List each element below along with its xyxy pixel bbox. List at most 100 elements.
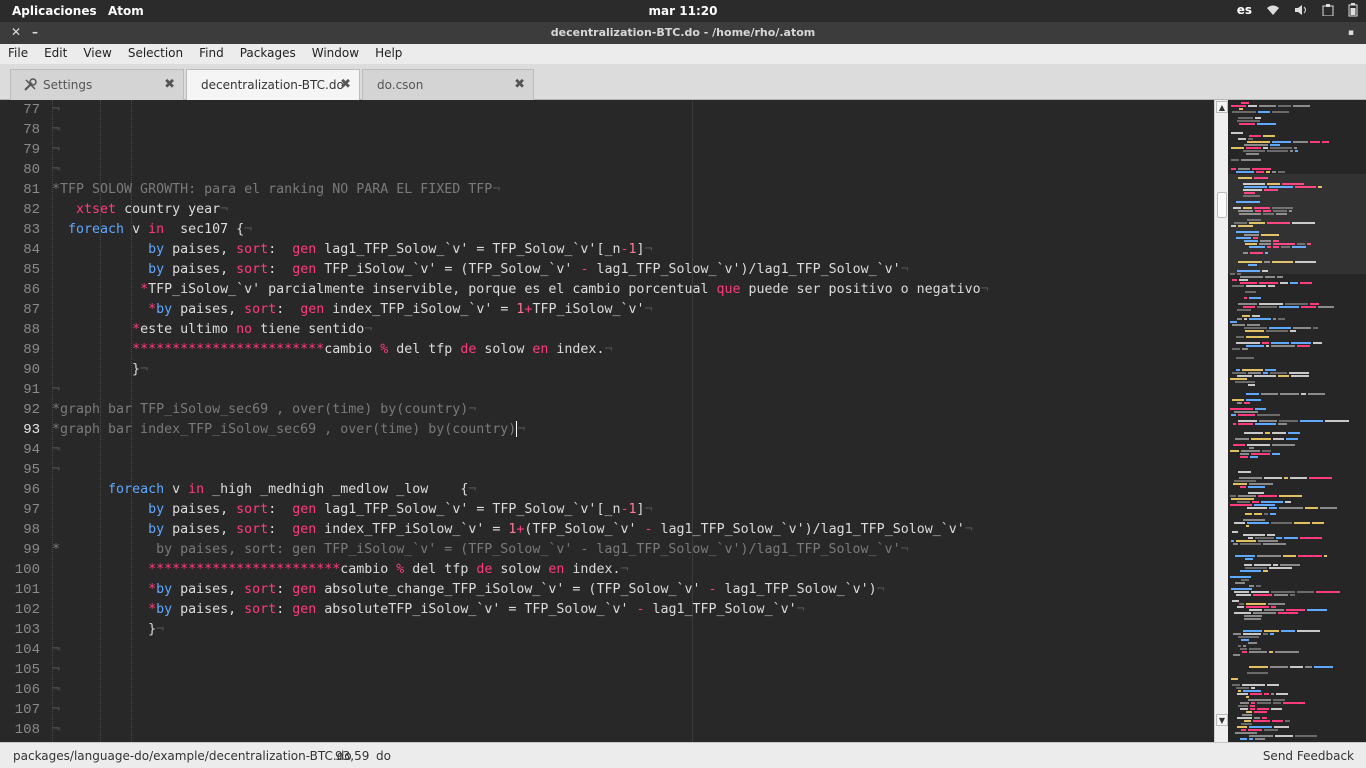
code-line[interactable]: 80 ¬ — [0, 160, 1214, 180]
line-number: 108 — [14, 722, 40, 738]
code-text: ¬ — [52, 642, 61, 657]
minimap-line — [1258, 111, 1270, 113]
code-line[interactable]: 86 *TFP_iSolow_`v' parcialmente inservib… — [0, 280, 1214, 300]
code-line[interactable]: 82 xtset country year¬ — [0, 200, 1214, 220]
code-line[interactable]: 84 by paises, sort: gen lag1_TFP_Solow_`… — [0, 240, 1214, 260]
maximize-window-icon[interactable]: ▪ — [1348, 28, 1354, 38]
code-line[interactable]: 79 ¬ — [0, 140, 1214, 160]
tab-decentralization-btc[interactable]: decentralization-BTC.do ✖ — [186, 69, 360, 101]
close-tab-icon[interactable]: ✖ — [514, 77, 525, 92]
minimap-line — [1247, 444, 1270, 446]
minimap-line — [1272, 141, 1291, 143]
menu-edit[interactable]: Edit — [36, 44, 75, 64]
menu-selection[interactable]: Selection — [120, 44, 191, 64]
wifi-icon[interactable] — [1266, 4, 1280, 16]
volume-icon[interactable] — [1294, 4, 1308, 16]
code-line[interactable]: 87 *by paises, sort: gen index_TFP_iSolo… — [0, 300, 1214, 320]
menu-file[interactable]: File — [0, 44, 36, 64]
scroll-up-icon[interactable]: ▲ — [1216, 101, 1228, 113]
menu-help[interactable]: Help — [367, 44, 410, 64]
code-line[interactable]: 101 *by paises, sort: gen absolute_chang… — [0, 580, 1214, 600]
code-line[interactable]: 92 *graph bar TFP_iSolow_sec69 , over(tim… — [0, 400, 1214, 420]
file-path[interactable]: packages/language-do/example/decentraliz… — [13, 749, 352, 763]
code-line[interactable]: 105 ¬ — [0, 660, 1214, 680]
minimap-viewport[interactable] — [1228, 174, 1366, 274]
minimap-line — [1290, 330, 1296, 332]
battery-icon[interactable] — [1348, 3, 1358, 17]
scroll-thumb[interactable] — [1217, 192, 1227, 218]
minimap-line — [1251, 591, 1269, 593]
minimap-line — [1290, 477, 1307, 479]
tab-do-cson[interactable]: do.cson ✖ — [362, 69, 534, 100]
code-line[interactable]: 95 ¬ — [0, 460, 1214, 480]
minimap-line — [1235, 732, 1257, 734]
code-line[interactable]: 99 * by paises, sort: gen TFP_iSolow_`v' … — [0, 540, 1214, 560]
code-line[interactable]: 93 *graph bar index_TFP_iSolow_sec69 , ov… — [0, 420, 1214, 440]
minimap-line — [1235, 381, 1255, 383]
minimap-line — [1232, 324, 1245, 326]
minimap-line — [1283, 702, 1305, 704]
minimap-line — [1265, 369, 1276, 371]
minimap-line — [1234, 612, 1251, 614]
code-text: foreach v in _high _medhigh _medlow _low… — [108, 482, 477, 497]
minimap[interactable] — [1228, 100, 1366, 742]
minimap-line — [1248, 699, 1271, 701]
send-feedback-link[interactable]: Send Feedback — [1263, 749, 1354, 763]
menu-find[interactable]: Find — [191, 44, 232, 64]
clipboard-icon[interactable] — [1322, 4, 1334, 16]
code-line[interactable]: 97 by paises, sort: gen lag1_TFP_Solow_`… — [0, 500, 1214, 520]
code-line[interactable]: 102 *by paises, sort: gen absoluteTFP_iS… — [0, 600, 1214, 620]
code-line[interactable]: 103 }¬ — [0, 620, 1214, 640]
code-line[interactable]: 88 *este ultimo no tiene sentido¬ — [0, 320, 1214, 340]
code-line[interactable]: 83 foreach v in sec107 {¬ — [0, 220, 1214, 240]
minimap-line — [1247, 507, 1267, 509]
line-number: 86 — [23, 282, 40, 298]
code-text: *TFP_iSolow_`v' parcialmente inservible,… — [140, 282, 989, 297]
minimap-line — [1249, 666, 1268, 668]
code-editor[interactable]: 77 ¬ 78 ¬ 79 ¬ 80 ¬ 81 *TFP SOLOW GROWTH: para el… — [0, 100, 1214, 742]
minimap-line — [1318, 306, 1334, 308]
code-line[interactable]: 106 ¬ — [0, 680, 1214, 700]
menu-packages[interactable]: Packages — [232, 44, 304, 64]
minimap-line — [1270, 372, 1287, 374]
minimap-line — [1280, 282, 1288, 284]
minimap-line — [1243, 633, 1261, 635]
minimap-line — [1295, 735, 1317, 737]
keyboard-language[interactable]: es — [1237, 3, 1252, 17]
code-line[interactable]: 94 ¬ — [0, 440, 1214, 460]
minimap-line — [1291, 375, 1309, 377]
menu-view[interactable]: View — [75, 44, 119, 64]
minimap-line — [1246, 696, 1249, 698]
minimap-line — [1269, 567, 1292, 569]
minimap-line — [1262, 717, 1267, 719]
code-line[interactable]: 81 *TFP SOLOW GROWTH: para el ranking NO … — [0, 180, 1214, 200]
minimap-line — [1246, 711, 1252, 713]
minimap-line — [1291, 342, 1311, 344]
code-line[interactable]: 100 ************************cambio % del… — [0, 560, 1214, 580]
close-tab-icon[interactable]: ✖ — [340, 77, 351, 92]
code-line[interactable]: 91 ¬ — [0, 380, 1214, 400]
minimap-line — [1252, 501, 1259, 503]
scroll-down-icon[interactable]: ▼ — [1216, 714, 1228, 726]
code-line[interactable]: 96 foreach v in _high _medhigh _medlow _… — [0, 480, 1214, 500]
minimap-line — [1255, 117, 1261, 119]
cursor-position[interactable]: 93,59 — [335, 749, 369, 763]
code-line[interactable]: 107 ¬ — [0, 700, 1214, 720]
code-line[interactable]: 89 ************************cambio % del … — [0, 340, 1214, 360]
code-line[interactable]: 108 ¬ — [0, 720, 1214, 740]
minimap-line — [1251, 438, 1271, 440]
code-line[interactable]: 77 ¬ — [0, 100, 1214, 120]
grammar-selector[interactable]: do — [376, 749, 391, 763]
code-line[interactable]: 98 by paises, sort: gen index_TFP_iSolow… — [0, 520, 1214, 540]
minimap-line — [1270, 147, 1292, 149]
vertical-scrollbar[interactable]: ▲ ▼ — [1214, 100, 1228, 742]
code-line[interactable]: 104 ¬ — [0, 640, 1214, 660]
tab-settings[interactable]: Settings ✖ — [10, 69, 184, 100]
menu-window[interactable]: Window — [304, 44, 367, 64]
minimap-line — [1254, 564, 1271, 566]
code-line[interactable]: 78 ¬ — [0, 120, 1214, 140]
close-tab-icon[interactable]: ✖ — [164, 77, 175, 92]
code-line[interactable]: 90 }¬ — [0, 360, 1214, 380]
clock[interactable]: mar 11:20 — [0, 4, 1366, 18]
code-line[interactable]: 85 by paises, sort: gen TFP_iSolow_`v' =… — [0, 260, 1214, 280]
